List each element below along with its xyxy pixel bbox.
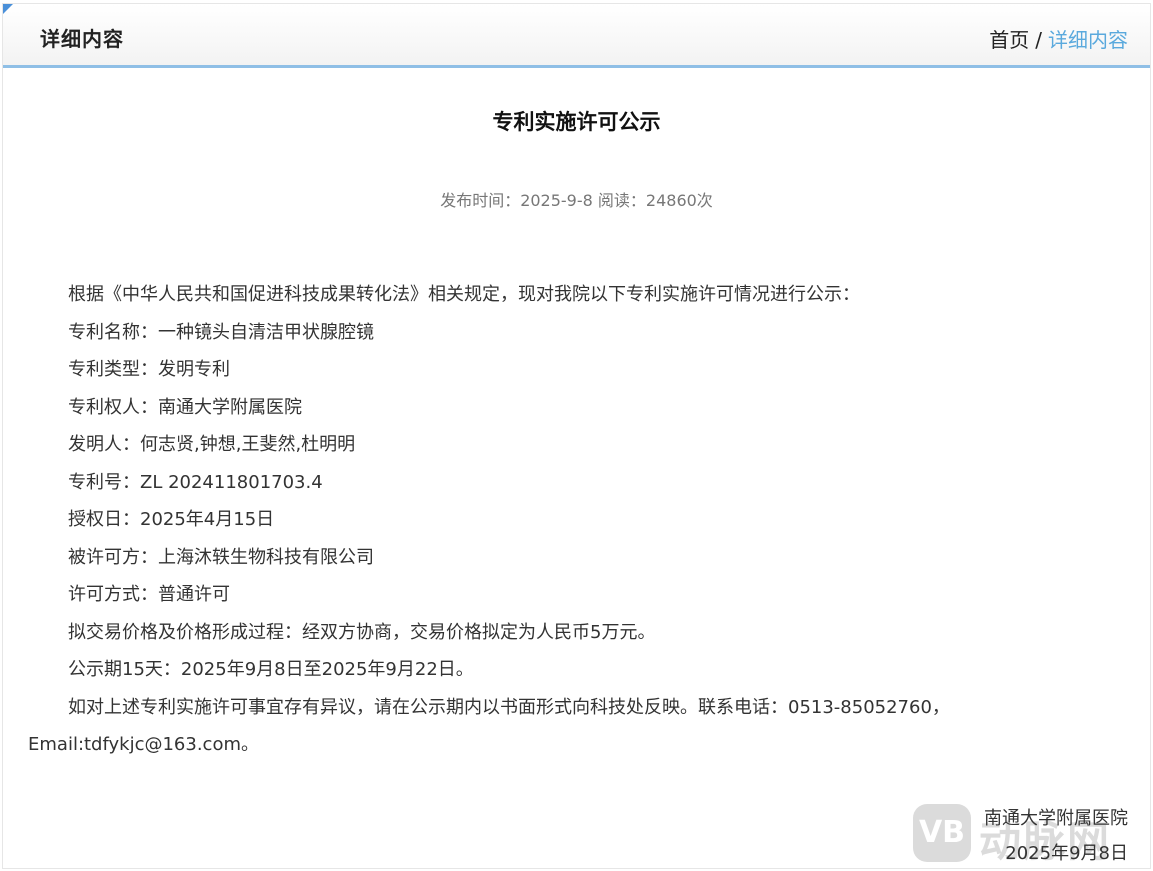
paragraph-license-type: 许可方式：普通许可	[68, 584, 230, 605]
breadcrumb-separator: /	[1035, 28, 1042, 52]
paragraph-patent-holder: 专利权人：南通大学附属医院	[68, 396, 302, 418]
paragraph-intro: 根据《中华人民共和国促进科技成果转化法》相关规定，现对我院以下专利实施许可情况进…	[68, 284, 860, 305]
article-meta: 发布时间：2025-9-8 阅读：24860次	[440, 191, 713, 210]
paragraph-publicity-period: 公示期15天：2025年9月8日至2025年9月22日。	[68, 659, 474, 680]
corner-decoration	[3, 4, 13, 14]
signature-org: 南通大学附属医院	[984, 808, 1128, 829]
page-frame: 详细内容 首页 / 详细内容 专利实施许可公示 发布时间：2025-9-8 阅读：2…	[2, 3, 1151, 869]
breadcrumb-current[interactable]: 详细内容	[1048, 28, 1128, 52]
watermark-badge-icon: VB	[913, 804, 971, 862]
paragraph-grant-date: 授权日：2025年4月15日	[68, 509, 275, 530]
paragraph-price: 拟交易价格及价格形成过程：经双方协商，交易价格拟定为人民币5万元。	[68, 621, 656, 643]
paragraph-objection-contact: 如对上述专利实施许可事宜存有异议，请在公示期内以书面形式向科技处反映。联系电话：…	[28, 696, 950, 756]
paragraph-patent-number: 专利号：ZL 202411801703.4	[68, 471, 323, 493]
article-title: 专利实施许可公示	[492, 110, 661, 134]
breadcrumb-home-link[interactable]: 首页	[989, 28, 1029, 52]
paragraph-inventors: 发明人：何志贤,钟想,王斐然,杜明明	[68, 434, 356, 455]
section-title: 详细内容	[40, 27, 124, 51]
paragraph-licensee: 被许可方：上海沐轶生物科技有限公司	[68, 546, 374, 568]
header-bar: 详细内容 首页 / 详细内容	[3, 4, 1150, 68]
paragraph-patent-type: 专利类型：发明专利	[68, 359, 230, 380]
article-content: 根据《中华人民共和国促进科技成果转化法》相关规定，现对我院以下专利实施许可情况进…	[28, 276, 1128, 764]
signature-block: 南通大学附属医院 2025年9月8日	[984, 801, 1128, 871]
paragraph-patent-name: 专利名称：一种镜头自清洁甲状腺腔镜	[68, 321, 374, 343]
breadcrumb: 首页 / 详细内容	[989, 24, 1128, 53]
signature-date: 2025年9月8日	[1005, 843, 1128, 864]
